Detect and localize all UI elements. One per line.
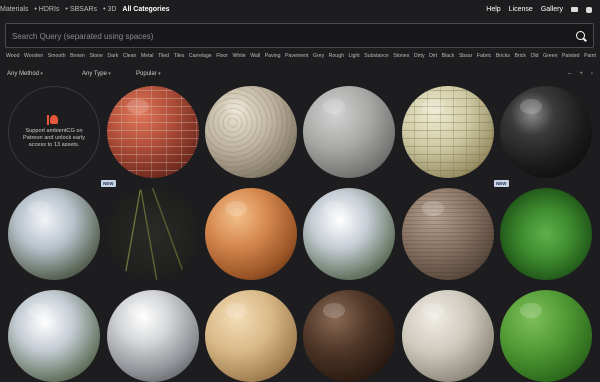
material-preview[interactable] xyxy=(402,86,494,178)
chat-icon[interactable] xyxy=(586,6,592,13)
material-preview[interactable] xyxy=(303,188,395,280)
tag[interactable]: Sbsar xyxy=(458,53,474,65)
search-bar xyxy=(5,23,594,49)
tag[interactable]: Old xyxy=(529,53,539,65)
tag[interactable]: Carrelage xyxy=(188,53,213,65)
nav-materials[interactable]: Materials xyxy=(0,6,28,13)
tag[interactable]: Wall xyxy=(249,53,261,65)
tag[interactable]: Wood xyxy=(5,53,20,65)
tag[interactable]: Stones xyxy=(392,53,410,65)
filter-bar: Any Method Any Type Popular – + ▫ xyxy=(5,71,595,81)
nav-right: Help License Gallery xyxy=(486,6,592,13)
asset-tile[interactable] xyxy=(107,290,199,382)
tag[interactable]: Substance xyxy=(363,53,390,65)
material-preview[interactable] xyxy=(8,290,100,382)
nav-sbsars[interactable]: • SBSARs xyxy=(65,6,97,13)
tag[interactable]: Paint xyxy=(583,53,597,65)
asset-grid: Support ambientCG on Patreon and unlock … xyxy=(0,86,600,382)
nav-left: Materials • HDRIs • SBSARs • 3D All Cate… xyxy=(0,6,169,13)
material-preview[interactable] xyxy=(402,290,494,382)
asset-tile[interactable] xyxy=(402,290,494,382)
tag[interactable]: Black xyxy=(441,53,456,65)
promo-text: Support ambientCG on Patreon and unlock … xyxy=(23,128,85,148)
type-select[interactable]: Any Type xyxy=(82,71,111,77)
view-options: – + ▫ xyxy=(568,71,593,77)
search-input[interactable] xyxy=(10,24,574,49)
asset-tile[interactable] xyxy=(402,188,494,280)
material-preview[interactable] xyxy=(500,86,592,178)
material-preview[interactable] xyxy=(107,290,199,382)
tag[interactable]: Green xyxy=(542,53,558,65)
asset-tile[interactable] xyxy=(205,290,297,382)
material-preview[interactable] xyxy=(500,290,592,382)
material-preview[interactable] xyxy=(107,86,199,178)
tag[interactable]: Dirty xyxy=(413,53,426,65)
material-preview[interactable] xyxy=(8,188,100,280)
tag[interactable]: Brick xyxy=(513,53,527,65)
asset-tile[interactable] xyxy=(303,290,395,382)
nav-3d[interactable]: • 3D xyxy=(103,6,116,13)
new-badge: NEW xyxy=(494,180,509,187)
tag[interactable]: Bricks xyxy=(495,53,511,65)
method-select[interactable]: Any Method xyxy=(7,71,43,77)
video-icon[interactable] xyxy=(571,7,578,12)
tag[interactable]: Stone xyxy=(88,53,104,65)
patreon-promo[interactable]: Support ambientCG on Patreon and unlock … xyxy=(8,86,100,178)
tag[interactable]: Tiled xyxy=(157,53,170,65)
tag[interactable]: Light xyxy=(347,53,360,65)
tag[interactable]: Tiles xyxy=(173,53,186,65)
asset-tile[interactable]: NEW xyxy=(101,180,199,280)
search-icon[interactable] xyxy=(576,31,585,40)
tag[interactable]: Painted xyxy=(561,53,581,65)
asset-tile[interactable] xyxy=(402,86,494,178)
asset-tile[interactable] xyxy=(500,86,592,178)
tag[interactable]: White xyxy=(232,53,247,65)
top-nav: Materials • HDRIs • SBSARs • 3D All Cate… xyxy=(0,0,600,20)
asset-tile[interactable] xyxy=(500,290,592,382)
asset-tile[interactable] xyxy=(8,290,100,382)
tag[interactable]: Metal xyxy=(140,53,155,65)
tag-list: Wood Wooden Smooth Brown Stone Dark Clea… xyxy=(5,53,597,65)
asset-tile[interactable] xyxy=(205,86,297,178)
minus-icon[interactable]: – xyxy=(568,71,571,77)
tag[interactable]: Dirt xyxy=(428,53,438,65)
new-badge: NEW xyxy=(101,180,116,187)
asset-tile[interactable] xyxy=(303,188,395,280)
nav-hdris[interactable]: • HDRIs xyxy=(34,6,59,13)
tag[interactable]: Grey xyxy=(312,53,325,65)
layout-icon[interactable]: ▫ xyxy=(591,71,593,77)
material-preview[interactable] xyxy=(500,188,592,280)
sort-select[interactable]: Popular xyxy=(136,71,161,77)
tag[interactable]: Fabric xyxy=(476,53,492,65)
tag[interactable]: Smooth xyxy=(47,53,67,65)
material-preview[interactable] xyxy=(205,86,297,178)
asset-tile[interactable] xyxy=(205,188,297,280)
tag[interactable]: Floor xyxy=(215,53,229,65)
tag[interactable]: Rough xyxy=(328,53,345,65)
material-preview[interactable] xyxy=(303,86,395,178)
material-preview[interactable] xyxy=(402,188,494,280)
nav-license[interactable]: License xyxy=(509,6,533,13)
tag[interactable]: Clean xyxy=(122,53,138,65)
patreon-icon xyxy=(47,115,58,125)
tag[interactable]: Brown xyxy=(69,53,86,65)
tag[interactable]: Paving xyxy=(264,53,282,65)
material-preview[interactable] xyxy=(205,290,297,382)
nav-help[interactable]: Help xyxy=(486,6,500,13)
asset-tile[interactable]: NEW xyxy=(494,180,592,280)
tag[interactable]: Wooden xyxy=(23,53,44,65)
tag[interactable]: Pavement xyxy=(284,53,309,65)
promo-tile[interactable]: Support ambientCG on Patreon and unlock … xyxy=(8,86,100,178)
material-preview[interactable] xyxy=(303,290,395,382)
nav-all-categories[interactable]: All Categories xyxy=(122,6,169,13)
asset-tile[interactable] xyxy=(8,188,100,280)
tag[interactable]: Dark xyxy=(106,53,119,65)
material-preview[interactable] xyxy=(107,188,199,280)
asset-tile[interactable] xyxy=(107,86,199,178)
plus-icon[interactable]: + xyxy=(579,71,583,77)
material-preview[interactable] xyxy=(205,188,297,280)
asset-tile[interactable] xyxy=(303,86,395,178)
nav-gallery[interactable]: Gallery xyxy=(541,6,563,13)
